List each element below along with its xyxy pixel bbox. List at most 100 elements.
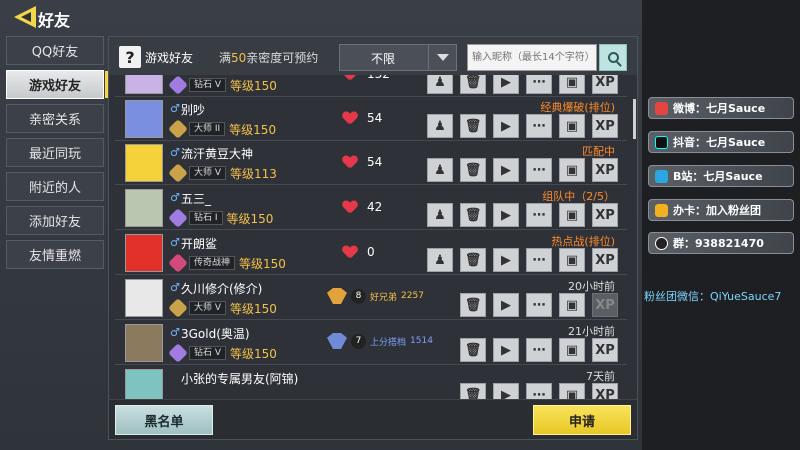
gift-button[interactable]: ▣ <box>559 75 585 94</box>
xp-button[interactable]: XP <box>592 338 618 362</box>
chat-button[interactable]: ⋯ <box>526 338 552 362</box>
tab-game-friends[interactable]: 游戏好友 <box>6 70 109 99</box>
avatar[interactable] <box>125 369 163 401</box>
friend-row[interactable]: 小张的专属男友(阿锦)7天前♟🗑▶⋯▣XP <box>115 366 627 401</box>
tab-qq-friends[interactable]: QQ好友 <box>6 36 104 65</box>
tab-rekindle[interactable]: 友情重燃 <box>6 240 104 269</box>
avatar[interactable] <box>125 75 163 94</box>
invite-icon: ♟ <box>434 118 446 134</box>
xp-button[interactable]: XP <box>592 203 618 227</box>
friend-row[interactable]: 钻石 V 等级150 132 ♟ 🗑 ▶ ⋯ ▣ XP <box>115 75 627 97</box>
qq-group-badge: 群：938821470 <box>648 232 794 254</box>
scrollbar[interactable] <box>633 99 636 139</box>
chat-icon: ⋯ <box>532 297 546 313</box>
xp-button[interactable]: XP <box>592 75 618 94</box>
chat-button[interactable]: ⋯ <box>526 158 552 182</box>
play-button[interactable]: ▶ <box>493 203 519 227</box>
rank-badge: 大师 II <box>189 122 226 136</box>
tab-intimate-relations[interactable]: 亲密关系 <box>6 104 104 133</box>
clan-name: 上分搭档 <box>370 337 407 348</box>
gift-button[interactable]: ▣ <box>559 338 585 362</box>
invite-button[interactable]: ♟ <box>427 203 453 227</box>
search-button[interactable] <box>599 44 627 71</box>
friend-row[interactable]: ♂ 别吵 大师 II 等级150 54 经典爆破(排位) ♟ 🗑 ▶ ⋯ ▣ XP <box>115 97 627 141</box>
chat-button[interactable]: ⋯ <box>526 114 552 138</box>
friend-actions: ♟ 🗑 ▶ ⋯ ▣ XP <box>427 75 625 94</box>
blacklist-button[interactable]: 黑名单 <box>115 405 213 435</box>
clan-emblem-icon <box>327 333 347 349</box>
delete-button[interactable]: 🗑 <box>460 114 486 138</box>
chat-button[interactable]: ⋯ <box>526 248 552 272</box>
xp-button[interactable]: XP <box>592 248 618 272</box>
chat-button[interactable]: ⋯ <box>526 203 552 227</box>
apply-button[interactable]: 申请 <box>533 405 631 435</box>
play-icon: ▶ <box>501 207 511 223</box>
friend-name: 久川修介(修介) <box>181 282 263 296</box>
tab-recent-played[interactable]: 最近同玩 <box>6 138 104 167</box>
gift-button[interactable]: ▣ <box>559 248 585 272</box>
invite-button[interactable]: ♟ <box>427 114 453 138</box>
xp-icon: XP <box>595 118 615 134</box>
player-level: 等级150 <box>239 256 286 271</box>
gift-button[interactable]: ▣ <box>559 203 585 227</box>
friend-list: 钻石 V 等级150 132♟🗑▶⋯▣XP♂别吵 大师 II 等级150 54经… <box>109 75 629 401</box>
delete-button[interactable]: 🗑 <box>460 248 486 272</box>
friend-row[interactable]: ♂3Gold(奥温) 钻石 V 等级150 7 上分搭档 1514 21小时前♟… <box>115 321 627 365</box>
delete-button[interactable]: 🗑 <box>460 158 486 182</box>
play-button[interactable]: ▶ <box>493 158 519 182</box>
delete-button[interactable]: 🗑 <box>460 338 486 362</box>
play-button[interactable]: ▶ <box>493 248 519 272</box>
friend-row[interactable]: ♂久川修介(修介) 大师 V 等级150 8 好兄弟 2257 20小时前♟🗑▶… <box>115 276 627 320</box>
play-button[interactable]: ▶ <box>493 114 519 138</box>
delete-button[interactable]: 🗑 <box>460 203 486 227</box>
friend-row[interactable]: ♂ 流汗黄豆大神 大师 V 等级113 54 匹配中 ♟ 🗑 ▶ ⋯ ▣ XP <box>115 141 627 185</box>
tab-add-friend[interactable]: 添加好友 <box>6 206 104 235</box>
avatar[interactable] <box>125 189 163 227</box>
avatar[interactable] <box>125 144 163 182</box>
player-level: 等级150 <box>229 122 277 137</box>
help-icon[interactable]: ? <box>119 46 141 68</box>
xp-button[interactable]: XP <box>592 293 618 317</box>
back-arrow-icon[interactable] <box>14 6 36 28</box>
play-button[interactable]: ▶ <box>493 338 519 362</box>
tab-nearby[interactable]: 附近的人 <box>6 172 104 201</box>
invite-button[interactable]: ♟ <box>427 75 453 94</box>
chat-button[interactable]: ⋯ <box>526 75 552 94</box>
heart-icon <box>343 246 357 259</box>
search-input[interactable] <box>467 44 597 71</box>
gift-icon: ▣ <box>565 75 579 90</box>
trash-icon: 🗑 <box>464 342 482 358</box>
gift-button[interactable]: ▣ <box>559 114 585 138</box>
play-icon: ▶ <box>501 118 511 134</box>
delete-button[interactable]: 🗑 <box>460 293 486 317</box>
gender-male-icon: ♂ <box>170 281 180 294</box>
gender-male-icon: ♂ <box>170 326 180 339</box>
rank-icon <box>168 253 188 273</box>
invite-button[interactable]: ♟ <box>427 248 453 272</box>
play-button[interactable]: ▶ <box>493 75 519 94</box>
chevron-down-icon[interactable] <box>428 45 456 70</box>
clan-name: 好兄弟 <box>370 292 398 303</box>
invite-button[interactable]: ♟ <box>427 158 453 182</box>
chat-button[interactable]: ⋯ <box>526 293 552 317</box>
xp-button[interactable]: XP <box>592 114 618 138</box>
avatar[interactable] <box>125 279 163 317</box>
play-button[interactable]: ▶ <box>493 293 519 317</box>
friend-name: 3Gold(奥温) <box>181 327 250 341</box>
avatar[interactable] <box>125 324 163 362</box>
friend-row[interactable]: ♂ 开朗鲨 传奇战神 等级150 0 热点战(排位) ♟ 🗑 ▶ ⋯ ▣ XP <box>115 231 627 275</box>
rank-line: 传奇战神 等级150 <box>168 253 286 273</box>
bilibili-badge: B站：七月Sauce <box>648 165 794 187</box>
gift-button[interactable]: ▣ <box>559 293 585 317</box>
avatar[interactable] <box>125 100 163 138</box>
rank-line: 钻石 I 等级150 <box>168 208 273 228</box>
avatar[interactable] <box>125 234 163 272</box>
delete-button[interactable]: 🗑 <box>460 75 486 94</box>
filter-dropdown[interactable]: 不限 <box>339 44 457 71</box>
gift-icon: ▣ <box>565 207 579 223</box>
xp-button[interactable]: XP <box>592 158 618 182</box>
gift-button[interactable]: ▣ <box>559 158 585 182</box>
play-icon: ▶ <box>501 162 511 178</box>
friend-row[interactable]: ♂ 五三_ 钻石 I 等级150 42 组队中（2/5） ♟ 🗑 ▶ ⋯ ▣ XP <box>115 186 627 230</box>
heart-icon <box>343 112 357 125</box>
